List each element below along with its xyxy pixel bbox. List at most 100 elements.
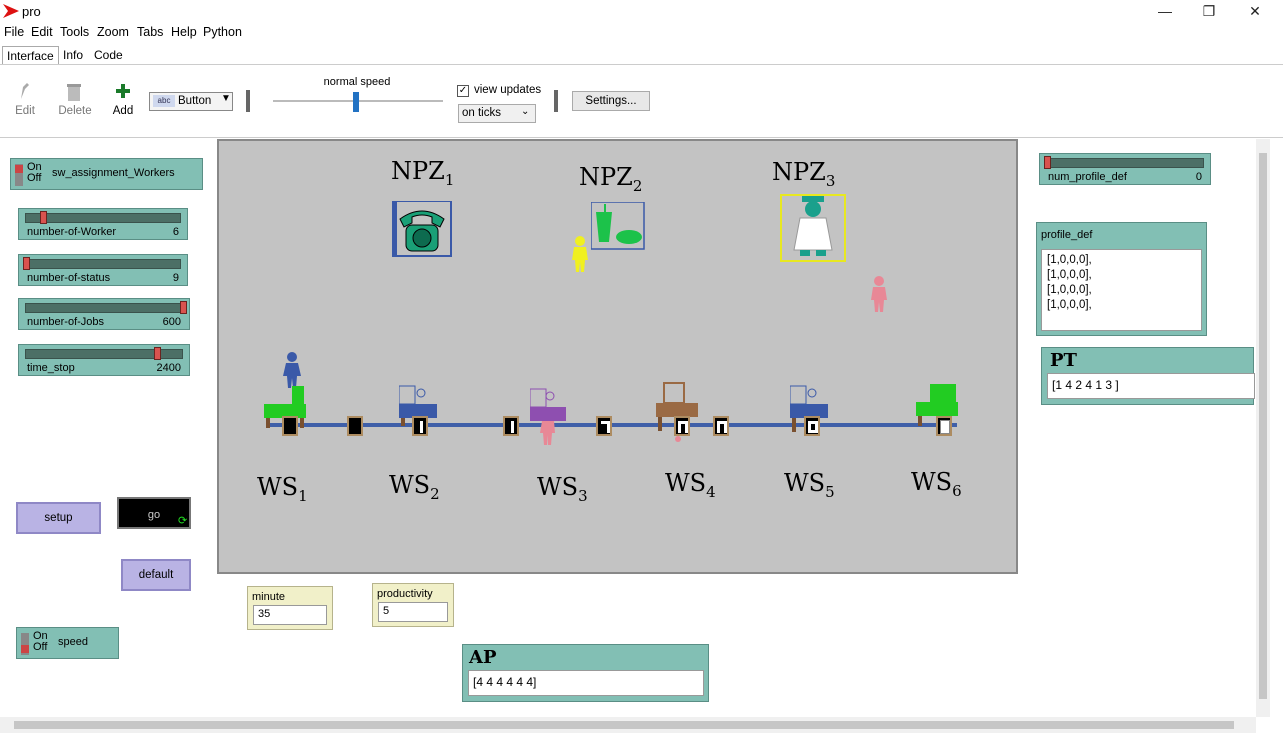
close-button[interactable]: ✕ <box>1232 0 1278 24</box>
monitor-value: 35 <box>253 605 327 625</box>
ws-label-5: WS5 <box>784 469 835 501</box>
person-pink-icon <box>871 276 887 312</box>
slider-knob[interactable] <box>40 211 47 224</box>
profile-def-text[interactable]: [1,0,0,0], [1,0,0,0], [1,0,0,0], [1,0,0,… <box>1041 249 1202 331</box>
npz-label-2: NPZ2 <box>579 163 643 195</box>
trash-icon <box>67 84 81 101</box>
chevron-down-icon: ▼ <box>221 93 231 104</box>
switch-label: sw_assignment_Workers <box>52 167 175 179</box>
output-value: [1 4 2 4 1 3 ] <box>1047 373 1255 399</box>
horizontal-scroll-thumb[interactable] <box>14 721 1234 729</box>
slider-time-stop[interactable]: time_stop 2400 <box>18 344 190 376</box>
slider-label: number-of-Worker <box>27 226 117 238</box>
ws-label-6: WS6 <box>911 468 962 500</box>
slider-number-of-status[interactable]: number-of-status 9 <box>18 254 188 286</box>
menu-file[interactable]: File <box>4 25 24 39</box>
tab-info[interactable]: Info <box>59 46 87 64</box>
machine-purple-icon <box>530 388 566 445</box>
tab-code[interactable]: Code <box>90 46 127 64</box>
ws-label-3: WS3 <box>537 473 588 505</box>
slider-label: time_stop <box>27 362 75 374</box>
job-item <box>347 416 363 436</box>
add-button[interactable]: Add <box>108 105 138 117</box>
pencil-icon <box>21 83 29 99</box>
slider-num-profile-def[interactable]: num_profile_def 0 <box>1039 153 1211 185</box>
profile-def-input[interactable]: profile_def [1,0,0,0], [1,0,0,0], [1,0,0… <box>1036 222 1207 336</box>
tab-interface[interactable]: Interface <box>2 46 59 66</box>
widget-type-select[interactable]: abc Button ▼ <box>149 92 233 111</box>
doctor-icon <box>780 194 846 262</box>
go-button[interactable]: go ⟳ <box>117 497 191 529</box>
job-item <box>282 416 298 436</box>
slider-label: num_profile_def <box>1048 171 1127 183</box>
title-bar: pro — ❐ ✕ <box>0 0 1283 24</box>
forever-icon: ⟳ <box>178 515 188 527</box>
slider-value: 2400 <box>156 362 181 374</box>
menu-bar: File Edit Tools Zoom Tabs Help Python <box>0 24 1283 42</box>
world-view[interactable]: NPZ1 NPZ2 NPZ3 WS1 WS2 WS3 WS4 WS5 WS6 <box>217 139 1018 574</box>
netlogo-logo-icon <box>3 4 19 18</box>
input-label: profile_def <box>1041 229 1093 241</box>
delete-button[interactable]: Delete <box>55 105 95 117</box>
chevron-down-icon: ⌄ <box>521 106 530 117</box>
slider-knob[interactable] <box>23 257 30 270</box>
speed-label: normal speed <box>323 76 391 88</box>
ws-label-4: WS4 <box>665 469 716 501</box>
slider-value: 9 <box>172 272 179 284</box>
menu-edit[interactable]: Edit <box>31 25 53 39</box>
slider-knob[interactable] <box>180 301 187 314</box>
menu-zoom[interactable]: Zoom <box>97 25 129 39</box>
default-button[interactable]: default <box>121 559 191 591</box>
productivity-monitor: productivity 5 <box>372 583 454 627</box>
slider-value: 600 <box>162 316 181 328</box>
maximize-button[interactable]: ❐ <box>1186 0 1232 24</box>
menu-tabs[interactable]: Tabs <box>137 25 163 39</box>
output-value: [4 4 4 4 4 4] <box>468 670 704 696</box>
toolbar-separator <box>246 90 250 112</box>
switch-knob <box>15 165 23 173</box>
slider-label: number-of-Jobs <box>27 316 105 328</box>
update-mode-select[interactable]: on ticks ⌄ <box>458 104 536 123</box>
speed-slider-handle[interactable] <box>353 92 359 112</box>
output-label: AP <box>469 647 497 668</box>
toolbar: Edit Delete Add abc Button ▼ normal spee… <box>0 64 1283 138</box>
slider-label: number-of-status <box>27 272 111 284</box>
settings-button[interactable]: Settings... <box>572 91 650 111</box>
slider-knob[interactable] <box>1044 156 1051 169</box>
slider-value: 0 <box>1195 171 1202 183</box>
conveyor-line <box>267 423 957 427</box>
monitor-label: minute <box>252 591 286 603</box>
ap-output: AP [4 4 4 4 4 4] <box>462 644 709 702</box>
menu-help[interactable]: Help <box>171 25 197 39</box>
toolbar-separator <box>554 90 558 112</box>
minute-monitor: minute 35 <box>247 586 333 630</box>
switch-knob <box>21 645 29 653</box>
monitor-label: productivity <box>377 588 433 600</box>
speed-switch[interactable]: On Off speed <box>16 627 119 659</box>
view-updates-checkbox[interactable]: ✓ <box>457 85 469 97</box>
ws-label-2: WS2 <box>389 471 440 503</box>
job-item <box>804 416 820 436</box>
horizontal-scrollbar[interactable] <box>0 717 1256 733</box>
monitor-value: 5 <box>378 602 448 622</box>
vertical-scroll-thumb[interactable] <box>1259 153 1267 699</box>
slider-number-of-worker[interactable]: number-of-Worker 6 <box>18 208 188 240</box>
view-updates-label: view updates <box>474 84 542 96</box>
button-widget-icon: abc <box>153 95 175 107</box>
edit-button[interactable]: Edit <box>8 105 42 117</box>
slider-knob[interactable] <box>154 347 161 360</box>
menu-python[interactable]: Python <box>203 25 242 39</box>
slider-number-of-jobs[interactable]: number-of-Jobs 600 <box>18 298 190 330</box>
vertical-scrollbar[interactable] <box>1256 139 1270 717</box>
job-item <box>503 416 519 436</box>
ws-label-1: WS1 <box>257 473 308 505</box>
output-label: PT <box>1050 350 1077 371</box>
pt-output: PT [1 4 2 4 1 3 ] <box>1041 347 1255 405</box>
add-icon <box>116 84 130 98</box>
job-item <box>936 416 952 436</box>
setup-button[interactable]: setup <box>16 502 101 534</box>
minimize-button[interactable]: — <box>1142 0 1188 24</box>
window-title: pro <box>22 4 41 19</box>
sw-assignment-workers-switch[interactable]: On Off sw_assignment_Workers <box>10 158 203 190</box>
menu-tools[interactable]: Tools <box>60 25 89 39</box>
